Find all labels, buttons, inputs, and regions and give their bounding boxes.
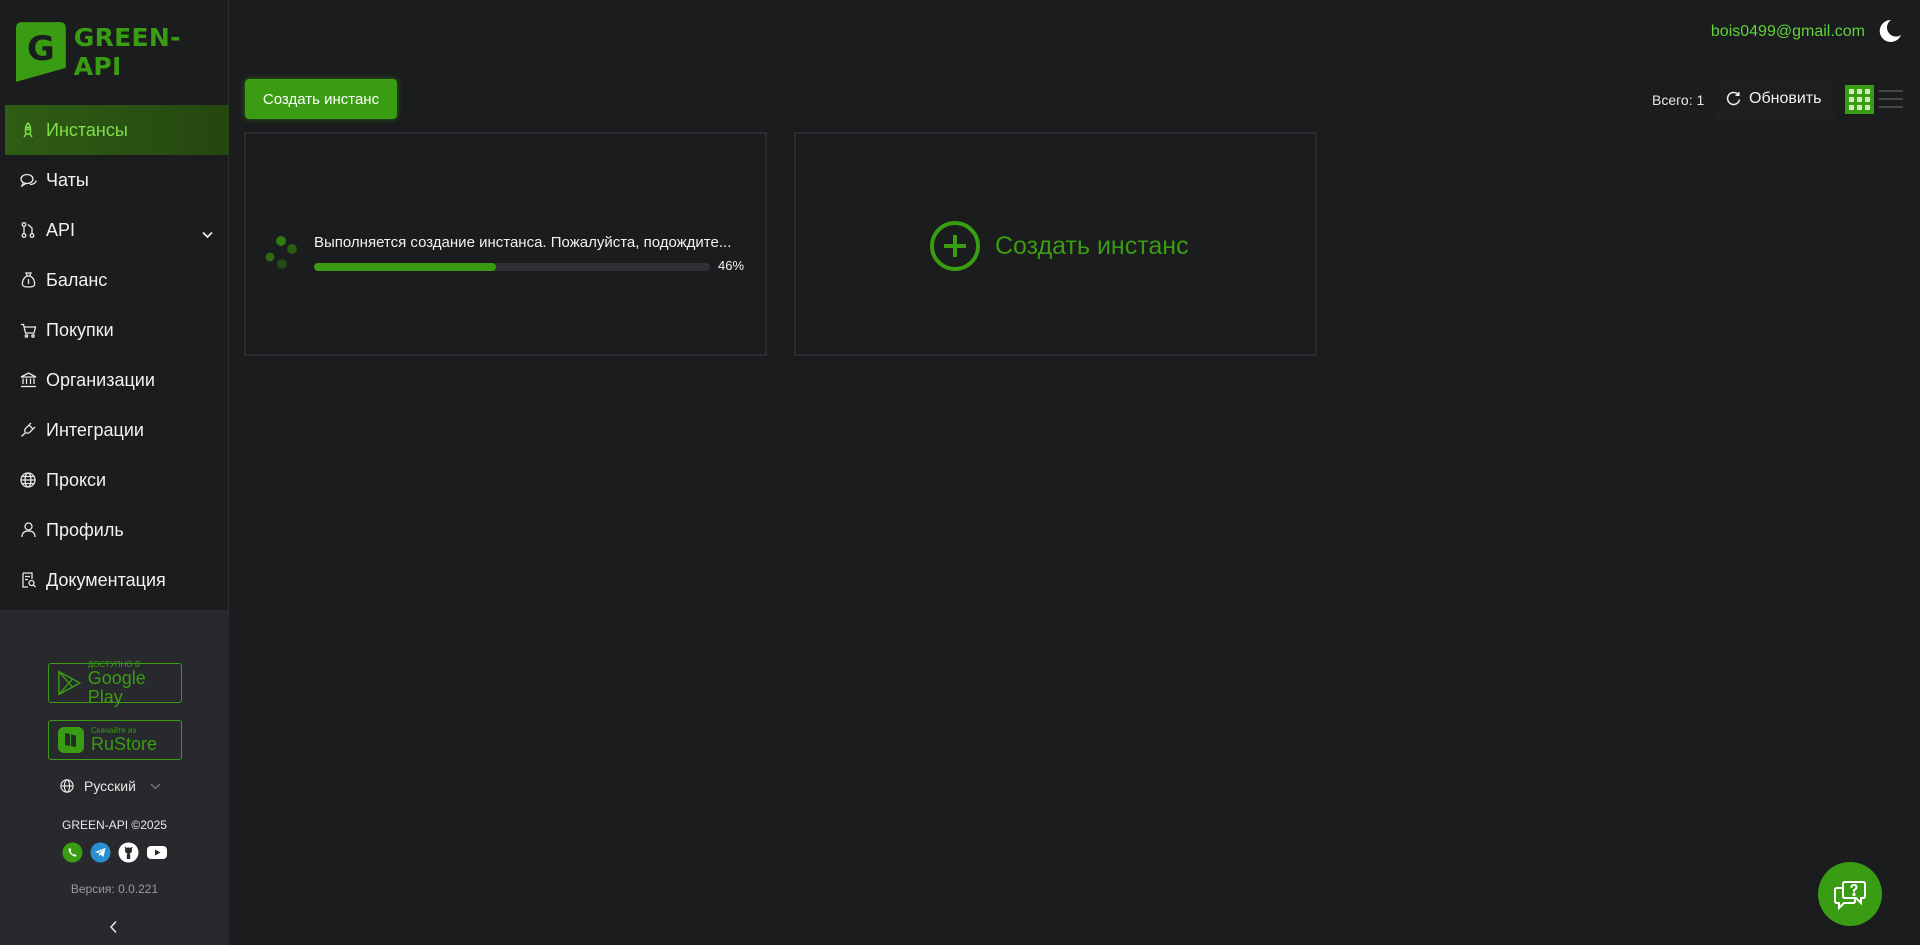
app-version: Версия: 0.0.221	[70, 882, 159, 896]
sidebar-item-profile[interactable]: Профиль	[0, 505, 229, 555]
create-instance-card-content[interactable]: Создать инстанс	[929, 220, 1189, 272]
sidebar-nav-panel: G GREEN-API Инстансы Чаты API Баланс Пок…	[0, 0, 229, 610]
sidebar-item-label: Документация	[46, 569, 166, 590]
plus-circle-icon	[929, 220, 981, 272]
grid-dot	[1865, 105, 1870, 110]
sidebar-item-proxy[interactable]: Прокси	[0, 455, 229, 505]
whatsapp-icon[interactable]	[62, 842, 83, 863]
loading-spinner-icon	[262, 234, 302, 279]
chat-icon	[19, 171, 37, 189]
google-play-icon	[58, 670, 82, 696]
grid-dot	[1865, 97, 1870, 102]
create-instance-button[interactable]: Создать инстанс	[245, 79, 397, 119]
google-play-badge[interactable]: ДОСТУПНО В Google Play	[48, 660, 182, 706]
language-select[interactable]: Русский	[60, 778, 161, 794]
sidebar-item-label: Баланс	[46, 269, 108, 290]
instance-card[interactable]: Выполняется создание инстанса. Пожалуйст…	[244, 132, 767, 356]
user-email[interactable]: bois0499@gmail.com	[1711, 23, 1865, 41]
grid-dot	[1849, 97, 1854, 102]
list-view-button[interactable]	[1878, 88, 1904, 115]
cart-icon	[19, 321, 37, 339]
sidebar-item-label: Профиль	[46, 519, 124, 540]
sidebar-item-label: Покупки	[46, 319, 114, 340]
user-icon	[19, 521, 37, 539]
chevron-down-icon	[150, 783, 161, 789]
logo-icon: G	[16, 22, 66, 82]
theme-toggle-button[interactable]	[1877, 18, 1903, 49]
grid-dot	[1849, 105, 1854, 110]
telegram-icon[interactable]	[90, 842, 111, 863]
sidebar: G GREEN-API Инстансы Чаты API Баланс Пок…	[0, 0, 229, 945]
document-search-icon	[19, 571, 37, 589]
sidebar-item-integrations[interactable]: Интеграции	[0, 405, 229, 455]
sidebar-item-documentation[interactable]: Документация	[0, 555, 229, 605]
sidebar-item-balance[interactable]: Баланс	[0, 255, 229, 305]
grid-dot	[1857, 89, 1862, 94]
api-icon	[19, 221, 37, 239]
chevron-down-icon[interactable]	[202, 223, 213, 244]
sidebar-item-instances[interactable]: Инстансы	[5, 105, 229, 155]
sidebar-item-label: Интеграции	[46, 419, 144, 440]
social-links	[62, 842, 168, 863]
chevron-left-icon	[109, 920, 117, 934]
sidebar-item-label: Прокси	[46, 469, 107, 490]
grid-dot	[1865, 89, 1870, 94]
rustore-big: RuStore	[91, 734, 158, 754]
language-label: Русский	[84, 778, 136, 794]
copyright: GREEN-API ©2025	[62, 818, 167, 832]
moon-icon	[1879, 19, 1901, 42]
refresh-button[interactable]: Обновить	[1714, 79, 1834, 119]
rustore-badge[interactable]: Скачайте из RuStore	[48, 720, 182, 760]
sidebar-item-label: Организации	[46, 369, 155, 390]
sidebar-item-label: Инстансы	[46, 119, 128, 140]
refresh-icon	[1726, 91, 1741, 106]
rustore-icon	[58, 727, 84, 753]
total-count: Всего: 1	[1652, 92, 1705, 108]
bank-icon	[19, 371, 37, 389]
globe-icon	[60, 779, 74, 793]
sidebar-item-label: API	[46, 219, 76, 240]
svg-text:G: G	[27, 29, 55, 68]
logo[interactable]: G GREEN-API	[16, 22, 228, 82]
sidebar-item-purchases[interactable]: Покупки	[0, 305, 229, 355]
help-chat-icon	[1834, 881, 1866, 910]
sidebar-item-organizations[interactable]: Организации	[0, 355, 229, 405]
sidebar-item-api[interactable]: API	[0, 205, 229, 255]
globe-icon	[19, 471, 37, 489]
create-instance-card[interactable]: Создать инстанс	[794, 132, 1317, 356]
list-icon	[1879, 90, 1903, 108]
youtube-icon[interactable]	[146, 842, 168, 863]
rocket-icon	[19, 121, 37, 139]
create-instance-card-label: Создать инстанс	[995, 231, 1189, 260]
grid-dot	[1857, 97, 1862, 102]
refresh-label: Обновить	[1749, 89, 1822, 107]
logo-text: GREEN-API	[73, 23, 181, 81]
progress-bar	[314, 263, 710, 271]
grid-view-button[interactable]	[1845, 85, 1874, 114]
progress-bar-fill	[314, 263, 497, 271]
plug-icon	[19, 421, 37, 439]
progress-percent: 46%	[718, 258, 745, 273]
help-chat-button[interactable]	[1818, 862, 1882, 926]
grid-dot	[1849, 89, 1854, 94]
github-icon[interactable]	[118, 842, 139, 863]
grid-dot	[1857, 105, 1862, 110]
google-play-big: Google Play	[87, 667, 146, 707]
sidebar-item-chats[interactable]: Чаты	[0, 155, 229, 205]
sidebar-nav: Инстансы Чаты API Баланс Покупки Организ…	[0, 105, 229, 605]
instance-status-text: Выполняется создание инстанса. Пожалуйст…	[314, 234, 732, 251]
sidebar-item-label: Чаты	[46, 169, 89, 190]
money-bag-icon	[19, 271, 37, 289]
collapse-sidebar-button[interactable]	[108, 920, 120, 939]
